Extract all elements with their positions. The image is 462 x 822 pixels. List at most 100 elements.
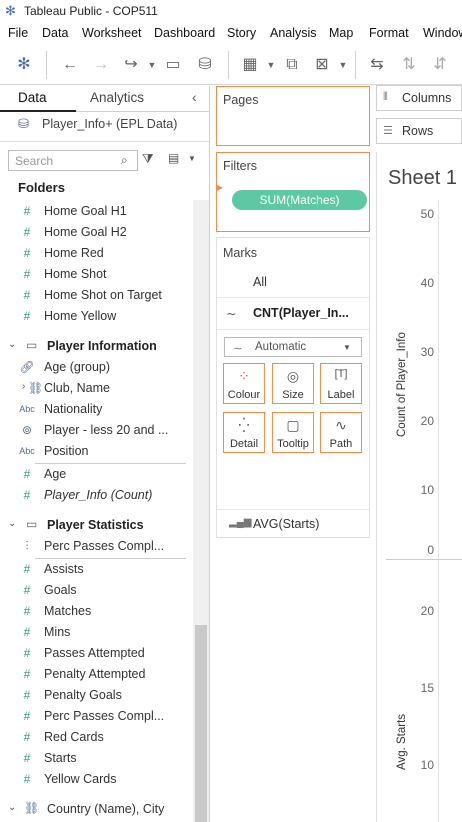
colour-button[interactable]: ⁘ Colour [223, 363, 265, 404]
menu-worksheet[interactable]: Worksheet [82, 26, 142, 40]
tableau-home-icon[interactable]: ✻ [14, 55, 34, 75]
field-age-group[interactable]: 🔗︎ Age (group) [0, 357, 186, 378]
field-home-goal-h2[interactable]: # Home Goal H2 [0, 222, 186, 243]
field-assists[interactable]: # Assists [0, 559, 186, 580]
colour-label: Colour [227, 389, 261, 401]
duplicate-sheet-icon[interactable]: ⧉ [282, 55, 302, 75]
tab-data[interactable]: Data [0, 86, 76, 112]
pages-shelf[interactable]: Pages [216, 86, 370, 146]
clear-sheet-dropdown-icon[interactable]: ▼ [338, 55, 348, 75]
field-label: Home Goal H2 [44, 225, 127, 239]
measure-icon: # [23, 730, 31, 744]
folder-label: Player Statistics [47, 518, 144, 532]
field-position[interactable]: Abc Position [0, 441, 186, 462]
search-placeholder: Search [15, 154, 54, 168]
tableau-logo-icon: ✻ [5, 3, 16, 18]
label-button[interactable]: [T] Label [320, 363, 362, 404]
field-label: Red Cards [44, 730, 104, 744]
field-mins[interactable]: # Mins [0, 622, 186, 643]
field-passes-attempted[interactable]: # Passes Attempted [0, 643, 186, 664]
path-button[interactable]: ∿ Path [320, 412, 362, 453]
measure-icon: # [23, 309, 31, 323]
data-pane-scrollbar[interactable] [193, 200, 209, 822]
field-age[interactable]: # Age [0, 464, 186, 485]
field-perc-passes-bin[interactable]: ⫶ Perc Passes Compl... [0, 536, 186, 557]
new-worksheet-dropdown-icon[interactable]: ▼ [266, 55, 276, 75]
measure-icon: # [23, 467, 31, 481]
filter-fields-icon[interactable]: ⧩ [142, 151, 154, 167]
field-club-name[interactable]: › ⛓ Club, Name [0, 378, 186, 399]
size-button[interactable]: ◎ Size [272, 363, 314, 404]
menu-map[interactable]: Map [329, 26, 353, 40]
drop-indicator-icon: ▶ [217, 183, 224, 192]
field-player-set[interactable]: ⊚ Player - less 20 and ... [0, 420, 186, 441]
size-label: Size [282, 389, 304, 401]
field-label: Nationality [44, 402, 103, 416]
sort-descending-icon[interactable]: ⇵ [430, 55, 450, 75]
string-icon: Abc [19, 404, 35, 414]
menu-dashboard[interactable]: Dashboard [154, 26, 215, 40]
save-icon[interactable]: ▭ [163, 55, 183, 75]
replay-icon[interactable]: ↪ [121, 55, 141, 75]
folder-country-city[interactable]: ⌄ ⛓ Country (Name), City [0, 799, 186, 820]
field-home-red[interactable]: # Home Red [0, 243, 186, 264]
sheet-title[interactable]: Sheet 1 [388, 167, 457, 190]
measure-icon: # [23, 562, 31, 576]
axis2-tick: 20 [420, 604, 434, 618]
menu-file[interactable]: File [8, 26, 28, 40]
field-penalty-attempted[interactable]: # Penalty Attempted [0, 664, 186, 685]
mark-type-value: Automatic [255, 341, 307, 353]
new-worksheet-icon[interactable]: ▦ [240, 55, 260, 75]
pane-border [209, 86, 210, 822]
redo-icon[interactable]: → [91, 55, 111, 75]
folder-player-information[interactable]: ⌄ Player Information ▭ [0, 336, 186, 357]
field-label: Home Red [44, 246, 104, 260]
tooltip-button[interactable]: ▢ Tooltip [272, 412, 314, 453]
menu-data[interactable]: Data [42, 26, 68, 40]
menu-format[interactable]: Format [369, 26, 409, 40]
field-starts[interactable]: # Starts [0, 748, 186, 769]
detail-button[interactable]: ⁛ Detail [223, 412, 265, 453]
field-home-shot[interactable]: # Home Shot [0, 264, 186, 285]
view-options-dropdown-icon[interactable]: ▼ [188, 154, 196, 163]
search-input[interactable]: Search ⌕ [8, 150, 138, 171]
marks-cnt-player-tab[interactable]: ∼ CNT(Player_In... [217, 299, 369, 330]
field-matches[interactable]: # Matches [0, 601, 186, 622]
field-nationality[interactable]: Abc Nationality [0, 399, 186, 420]
menu-analysis[interactable]: Analysis [270, 26, 317, 40]
menu-story[interactable]: Story [227, 26, 256, 40]
columns-shelf[interactable]: ⦀ Columns [376, 85, 462, 111]
replay-dropdown-icon[interactable]: ▼ [147, 55, 157, 75]
menu-bar: File Data Worksheet Dashboard Story Anal… [0, 23, 462, 45]
scrollbar-thumb[interactable] [195, 625, 207, 822]
sort-ascending-icon[interactable]: ⇅ [399, 55, 419, 75]
undo-icon[interactable]: ← [60, 55, 80, 75]
field-perc-passes[interactable]: # Perc Passes Compl... [0, 706, 186, 727]
field-home-shot-on-target[interactable]: # Home Shot on Target [0, 285, 186, 306]
toolbar-divider [355, 51, 356, 79]
filter-pill-sum-matches[interactable]: SUM(Matches) [232, 190, 367, 210]
rows-shelf[interactable]: ☰ Rows [376, 118, 462, 144]
new-datasource-icon[interactable]: ⛁ [195, 55, 215, 75]
menu-window[interactable]: Window [423, 26, 462, 40]
marks-all-tab[interactable]: All [217, 268, 369, 298]
marks-avg-starts-tab[interactable]: ▂▄▆ AVG(Starts) [217, 509, 369, 539]
view-options-icon[interactable]: ▤ [168, 151, 179, 165]
field-yellow-cards[interactable]: # Yellow Cards [0, 769, 186, 790]
field-label: Position [44, 444, 89, 458]
field-penalty-goals[interactable]: # Penalty Goals [0, 685, 186, 706]
field-goals[interactable]: # Goals [0, 580, 186, 601]
collapse-pane-icon[interactable]: ‹ [192, 89, 197, 105]
field-player-info-count[interactable]: # Player_Info (Count) [0, 485, 186, 506]
field-red-cards[interactable]: # Red Cards [0, 727, 186, 748]
clear-sheet-icon[interactable]: ⊠ [312, 55, 332, 75]
datasource-name[interactable]: Player_Info+ (EPL Data) [42, 117, 177, 131]
mark-type-dropdown[interactable]: ∼ Automatic ▼ [224, 337, 362, 357]
field-home-yellow[interactable]: # Home Yellow [0, 306, 186, 327]
axis1-tick: 0 [427, 543, 434, 557]
folder-player-statistics[interactable]: ⌄ Player Statistics ▭ [0, 515, 186, 536]
chevron-right-icon[interactable]: › [22, 381, 25, 392]
swap-rows-columns-icon[interactable]: ⇆ [367, 55, 387, 75]
field-home-goal-h1[interactable]: # Home Goal H1 [0, 201, 186, 222]
detail-icon: ⁛ [238, 417, 250, 433]
